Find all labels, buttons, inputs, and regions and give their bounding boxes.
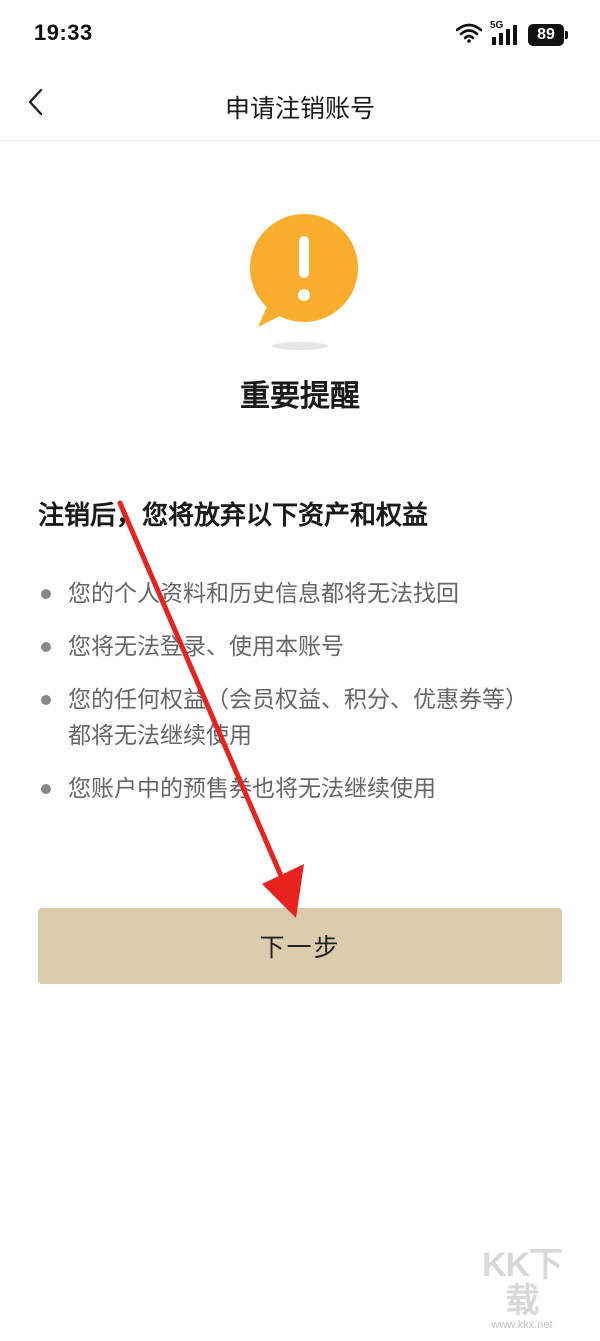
rights-list: 您的个人资料和历史信息都将无法找回 您将无法登录、使用本账号 您的任何权益（会员… xyxy=(38,576,538,824)
list-item-text: 您的个人资料和历史信息都将无法找回 xyxy=(68,581,459,607)
wifi-icon xyxy=(455,23,483,47)
nav-bar: 申请注销账号 xyxy=(0,70,600,141)
bullet-icon xyxy=(41,695,51,705)
next-step-button[interactable]: 下一步 xyxy=(38,908,562,984)
exclamation-bubble-icon xyxy=(246,212,362,352)
bullet-icon xyxy=(41,589,51,599)
page-title: 申请注销账号 xyxy=(224,94,375,123)
status-time: 19:33 xyxy=(34,20,93,45)
rights-heading: 注销后，您将放弃以下资产和权益 xyxy=(38,501,429,531)
list-item-text: 您的任何权益（会员权益、积分、优惠券等）都将无法继续使用 xyxy=(68,687,528,749)
signal-icon: 5G xyxy=(490,20,520,47)
list-item-text: 您将无法登录、使用本账号 xyxy=(68,634,344,660)
watermark-url: www.kkx.net xyxy=(491,1319,553,1331)
list-item: 您的个人资料和历史信息都将无法找回 xyxy=(38,576,538,612)
list-item: 您的任何权益（会员权益、积分、优惠券等）都将无法继续使用 xyxy=(38,682,538,754)
status-bar: 19:33 5G 89 xyxy=(0,0,600,70)
bullet-icon xyxy=(41,642,51,652)
bullet-icon xyxy=(41,784,51,794)
list-item: 您将无法登录、使用本账号 xyxy=(38,629,538,665)
watermark-logo-text: KK下载 xyxy=(481,1246,563,1320)
alert-heading: 重要提醒 xyxy=(240,379,360,414)
list-item: 您账户中的预售券也将无法继续使用 xyxy=(38,771,538,807)
list-item-text: 您账户中的预售券也将无法继续使用 xyxy=(68,776,436,802)
battery-icon: 89 xyxy=(528,24,568,46)
status-icons: 5G 89 xyxy=(455,20,568,48)
watermark-logo: KK下载 www.kkx.net xyxy=(472,1247,572,1331)
